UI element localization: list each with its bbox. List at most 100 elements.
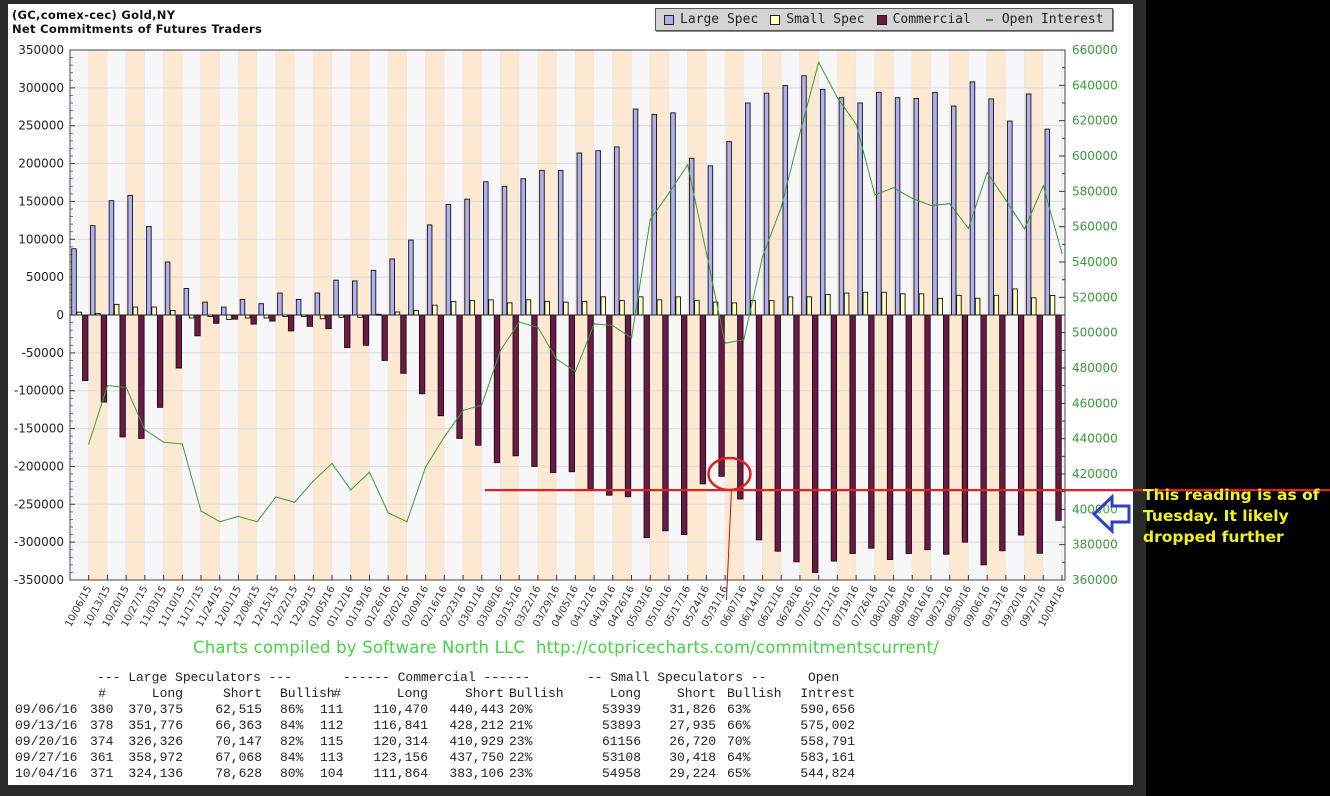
table-cell: 112 xyxy=(320,718,344,733)
table-cell: 428,212 xyxy=(449,718,504,733)
open-interest-point xyxy=(630,337,633,339)
large-spec-bar xyxy=(1044,128,1051,316)
large-spec-bar xyxy=(483,181,489,316)
table-cell: 26,720 xyxy=(669,734,716,749)
open-interest-point xyxy=(892,187,895,189)
y-axis-tick-label: -150000 xyxy=(14,422,64,436)
y-axis-tick-label: -300000 xyxy=(14,535,64,549)
small-spec-bar xyxy=(544,300,550,316)
large-spec-bar xyxy=(164,261,171,316)
table-cell: 437,750 xyxy=(449,750,504,765)
large-spec-bar xyxy=(557,169,564,316)
y-axis-tick-label: -250000 xyxy=(14,497,64,511)
large-spec-bar xyxy=(221,306,227,316)
small-spec-bar xyxy=(637,296,644,316)
small-spec-bar xyxy=(900,293,906,316)
small-spec-bar xyxy=(956,294,962,316)
open-interest-point xyxy=(949,203,951,205)
open-interest-point xyxy=(275,496,277,498)
small-spec-bar xyxy=(993,294,1000,316)
commercial-bar xyxy=(287,314,295,332)
open-interest-point xyxy=(387,512,389,514)
column-header: Short xyxy=(464,686,504,701)
open-interest-point xyxy=(219,521,221,523)
commercial-bar xyxy=(793,314,800,563)
table-cell: 111,864 xyxy=(373,766,428,781)
table-cell: 113 xyxy=(320,750,344,765)
large-spec-bar xyxy=(89,225,96,316)
table-cell: 20% xyxy=(509,702,533,717)
table-cell: 84% xyxy=(280,750,304,765)
table-cell: 380 xyxy=(90,702,114,717)
y-axis-tick-label: 350000 xyxy=(18,43,64,57)
annotation-line: dropped further xyxy=(1143,528,1284,546)
table-cell: 575,002 xyxy=(800,718,855,733)
table-cell: 22% xyxy=(509,750,533,765)
open-interest-point xyxy=(574,370,576,373)
small-spec-bar xyxy=(581,300,588,316)
open-interest-point xyxy=(705,252,707,254)
commercial-bar xyxy=(886,314,894,561)
small-spec-bar xyxy=(843,292,850,316)
open-interest-point xyxy=(237,515,240,518)
table-cell: 09/20/16 xyxy=(15,734,78,749)
table-cell: 351,776 xyxy=(128,718,183,733)
table-cell: 86% xyxy=(280,702,304,717)
large-spec-bar xyxy=(1025,93,1032,316)
y2-axis-tick-label: 600000 xyxy=(1072,149,1118,163)
commercial-bar xyxy=(662,314,669,532)
commercial-bar xyxy=(119,314,126,438)
open-interest-point xyxy=(668,192,670,194)
commercial-bar xyxy=(531,314,538,467)
large-spec-bar xyxy=(838,97,845,316)
y2-axis-tick-label: 460000 xyxy=(1072,396,1118,410)
table-cell: 410,929 xyxy=(449,734,504,749)
table-cell: 09/13/16 xyxy=(15,718,78,733)
large-spec-bar xyxy=(389,258,395,316)
annotation-line: Tuesday. It likely xyxy=(1143,507,1289,525)
large-spec-bar xyxy=(913,98,920,316)
small-spec-bar xyxy=(974,297,981,316)
table-row: 09/20/16 374 326,326 70,147 82% 115 120,314 410… xyxy=(15,734,855,749)
table-cell: 23% xyxy=(509,766,533,781)
large-spec-bar xyxy=(295,298,302,316)
commercial-bar xyxy=(156,314,164,408)
column-header: Intrest xyxy=(800,686,855,701)
y-axis-tick-label: 150000 xyxy=(18,194,64,208)
large-spec-bar xyxy=(352,280,358,316)
open-interest-point xyxy=(537,326,539,328)
table-cell: 544,824 xyxy=(800,766,855,781)
small-spec-bar xyxy=(113,303,120,316)
large-spec-bar xyxy=(614,146,620,316)
open-interest-point xyxy=(593,323,595,325)
large-spec-bar xyxy=(258,303,264,316)
commercial-bar xyxy=(681,314,688,536)
small-spec-bar xyxy=(656,299,663,316)
open-interest-point xyxy=(162,441,165,443)
small-spec-bar xyxy=(432,304,438,316)
small-spec-bar xyxy=(132,306,139,316)
table-row: 09/06/16 380 370,375 62,515 86% 111 110,470 440… xyxy=(15,702,855,717)
open-interest-point xyxy=(125,386,127,389)
table-cell: 21% xyxy=(509,718,533,733)
table-cell: 115 xyxy=(320,734,344,749)
small-spec-bar xyxy=(825,294,831,316)
y-axis-tick-label: -350000 xyxy=(14,573,64,587)
commercial-bar xyxy=(194,314,201,337)
large-spec-bar xyxy=(894,97,901,316)
table-cell: 324,136 xyxy=(128,766,183,781)
column-header: Bullish xyxy=(509,686,564,701)
column-header: Long xyxy=(151,686,183,701)
commercial-bar xyxy=(868,314,875,549)
table-cell: 61156 xyxy=(601,734,641,749)
small-spec-bar xyxy=(469,300,476,316)
y-axis-tick-label: -50000 xyxy=(21,346,64,360)
large-spec-bar xyxy=(707,165,714,316)
large-spec-bar xyxy=(782,85,789,316)
open-interest-point xyxy=(855,123,857,125)
y2-axis-tick-label: 480000 xyxy=(1072,361,1118,375)
large-spec-bar xyxy=(670,112,676,316)
commercial-bar xyxy=(606,314,613,496)
small-spec-bar xyxy=(918,293,925,316)
table-cell: 70% xyxy=(727,734,751,749)
